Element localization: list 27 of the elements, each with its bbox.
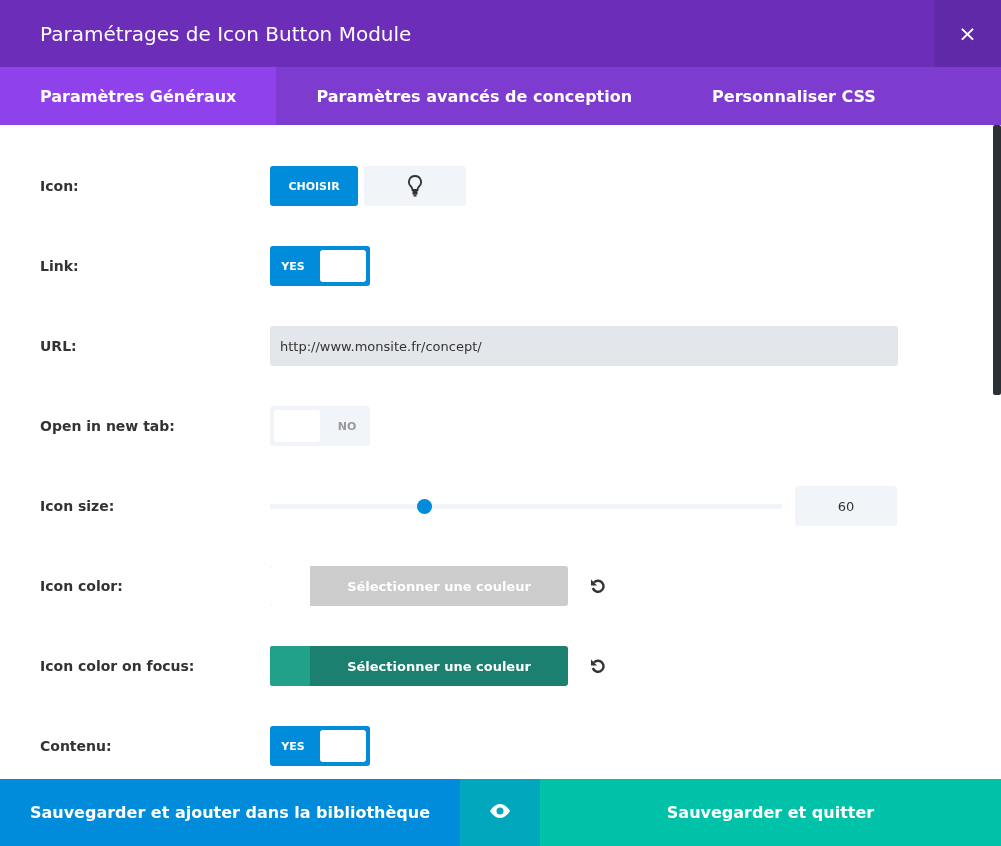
- toggle-switch[interactable]: NO: [270, 406, 370, 446]
- setting-label: Icon size:: [40, 498, 116, 514]
- setting-label: Icon color:: [40, 578, 124, 594]
- url-field[interactable]: http://www.monsite.fr/concept/: [270, 326, 898, 366]
- setting-label: Open in new tab:: [40, 418, 176, 434]
- close-button[interactable]: ×: [934, 0, 1001, 67]
- lightbulb-icon: [408, 175, 422, 197]
- setting-label: Icon:: [40, 178, 80, 194]
- tab[interactable]: Paramètres Généraux: [0, 67, 277, 125]
- window-title: Paramétrages de Icon Button Module: [39, 20, 413, 48]
- preview-button[interactable]: [460, 779, 540, 846]
- number-field[interactable]: 60: [795, 486, 897, 526]
- toggle-switch[interactable]: YES: [270, 726, 370, 766]
- choose-button[interactable]: CHOISIR: [270, 166, 358, 206]
- setting-label: Contenu:: [40, 738, 113, 754]
- slider-thumb[interactable]: [416, 498, 432, 514]
- save-library-button[interactable]: Sauvegarder et ajouter dans la bibliothèque: [0, 779, 460, 846]
- reset-icon[interactable]: [590, 578, 606, 594]
- setting-label: Icon color on focus:: [40, 658, 196, 674]
- color-picker-button[interactable]: Sélectionner une couleur: [270, 646, 568, 686]
- toggle-switch[interactable]: YES: [270, 246, 370, 286]
- setting-label: URL:: [40, 338, 78, 354]
- tab[interactable]: Paramètres avancés de conception: [276, 67, 673, 125]
- setting-label: Link:: [40, 258, 80, 274]
- eye-icon: [488, 802, 512, 819]
- reset-icon[interactable]: [590, 658, 606, 674]
- tab[interactable]: Personnaliser CSS: [672, 67, 916, 125]
